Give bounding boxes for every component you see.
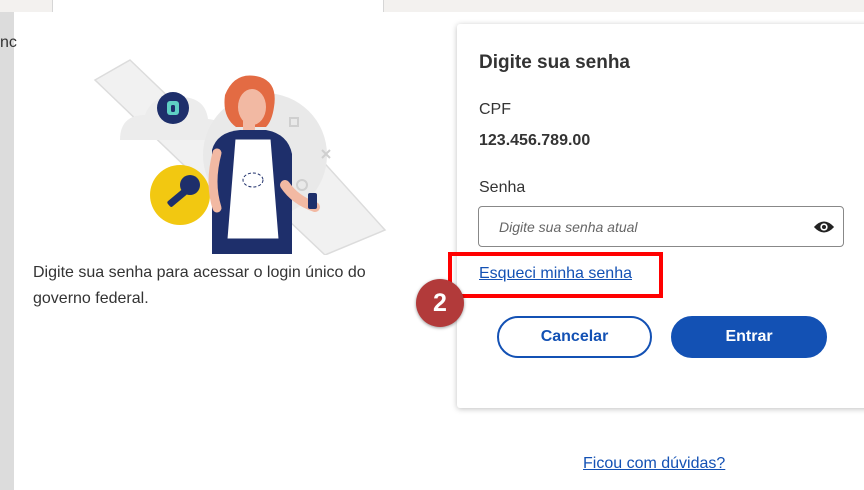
intro-text: Digite sua senha para acessar o login ún… bbox=[33, 264, 366, 307]
submit-button[interactable]: Entrar bbox=[671, 316, 827, 358]
password-label: Senha bbox=[479, 179, 526, 196]
cancel-button[interactable]: Cancelar bbox=[497, 316, 652, 358]
password-field[interactable] bbox=[478, 206, 844, 247]
password-illustration bbox=[93, 59, 387, 255]
cpf-value: 123.456.789.00 bbox=[479, 132, 591, 149]
help-link[interactable]: Ficou com dúvidas? bbox=[583, 455, 725, 473]
step-badge: 2 bbox=[416, 279, 464, 327]
password-input[interactable] bbox=[499, 217, 799, 237]
lock-icon bbox=[157, 92, 189, 124]
background-text: nc bbox=[0, 34, 17, 51]
background-panel bbox=[52, 0, 384, 12]
card-title: Digite sua senha bbox=[479, 52, 630, 73]
background-window-left bbox=[0, 12, 15, 490]
key-icon bbox=[150, 165, 210, 225]
eye-icon[interactable] bbox=[813, 218, 835, 236]
cpf-label: CPF bbox=[479, 101, 511, 118]
highlight-box bbox=[448, 252, 663, 298]
password-card: Digite sua senha CPF 123.456.789.00 Senh… bbox=[457, 24, 864, 408]
